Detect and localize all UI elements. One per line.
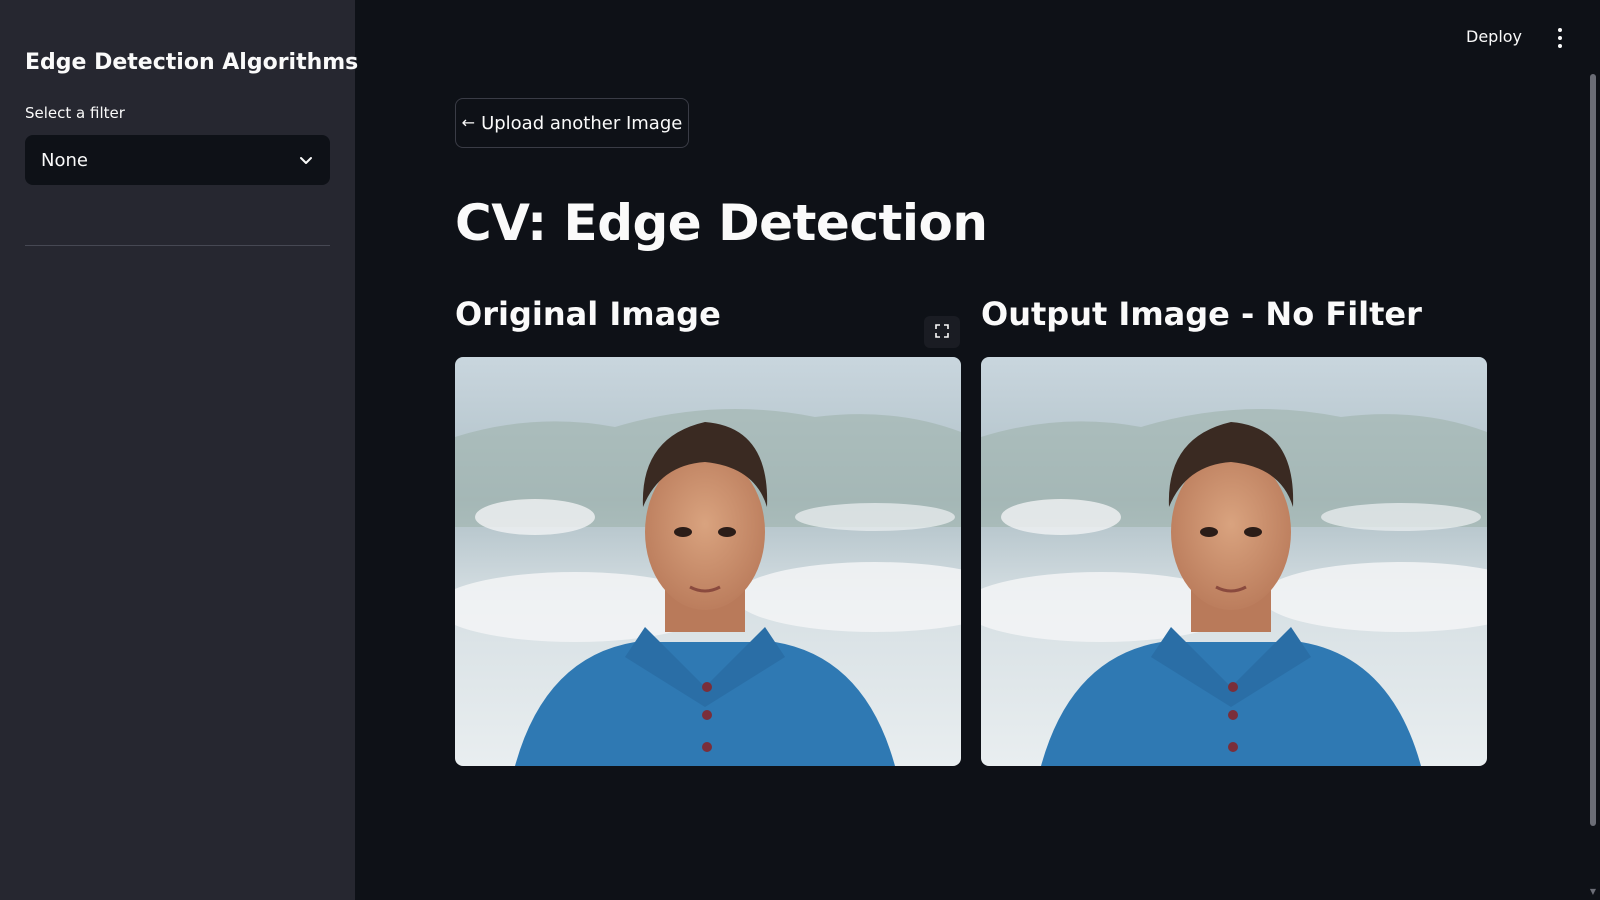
chevron-down-icon — [298, 152, 314, 168]
sidebar-divider — [25, 245, 330, 246]
output-image — [981, 357, 1487, 766]
main-scrollbar[interactable]: ▼ — [1588, 70, 1598, 900]
filter-select[interactable]: None — [25, 135, 330, 185]
more-vertical-icon[interactable] — [1550, 26, 1570, 50]
page-title: CV: Edge Detection — [455, 194, 988, 252]
original-image-heading: Original Image — [455, 295, 721, 333]
upload-button-label: Upload another Image — [481, 112, 683, 134]
upload-another-image-button[interactable]: ← Upload another Image — [455, 98, 689, 148]
filter-select-label: Select a filter — [25, 104, 125, 122]
original-image — [455, 357, 961, 766]
arrow-left-icon: ← — [461, 113, 476, 132]
fullscreen-icon — [935, 323, 949, 342]
fullscreen-button[interactable] — [924, 316, 960, 348]
streamlit-app: Edge Detection Algorithms Select a filte… — [0, 0, 1600, 900]
sidebar: Edge Detection Algorithms Select a filte… — [0, 0, 359, 900]
scrollbar-thumb[interactable] — [1590, 74, 1596, 826]
output-image-heading: Output Image - No Filter — [981, 295, 1422, 333]
deploy-button[interactable]: Deploy — [1466, 24, 1522, 50]
filter-select-value: None — [41, 149, 88, 171]
scroll-down-icon[interactable]: ▼ — [1588, 888, 1598, 896]
sidebar-title: Edge Detection Algorithms — [25, 50, 359, 75]
